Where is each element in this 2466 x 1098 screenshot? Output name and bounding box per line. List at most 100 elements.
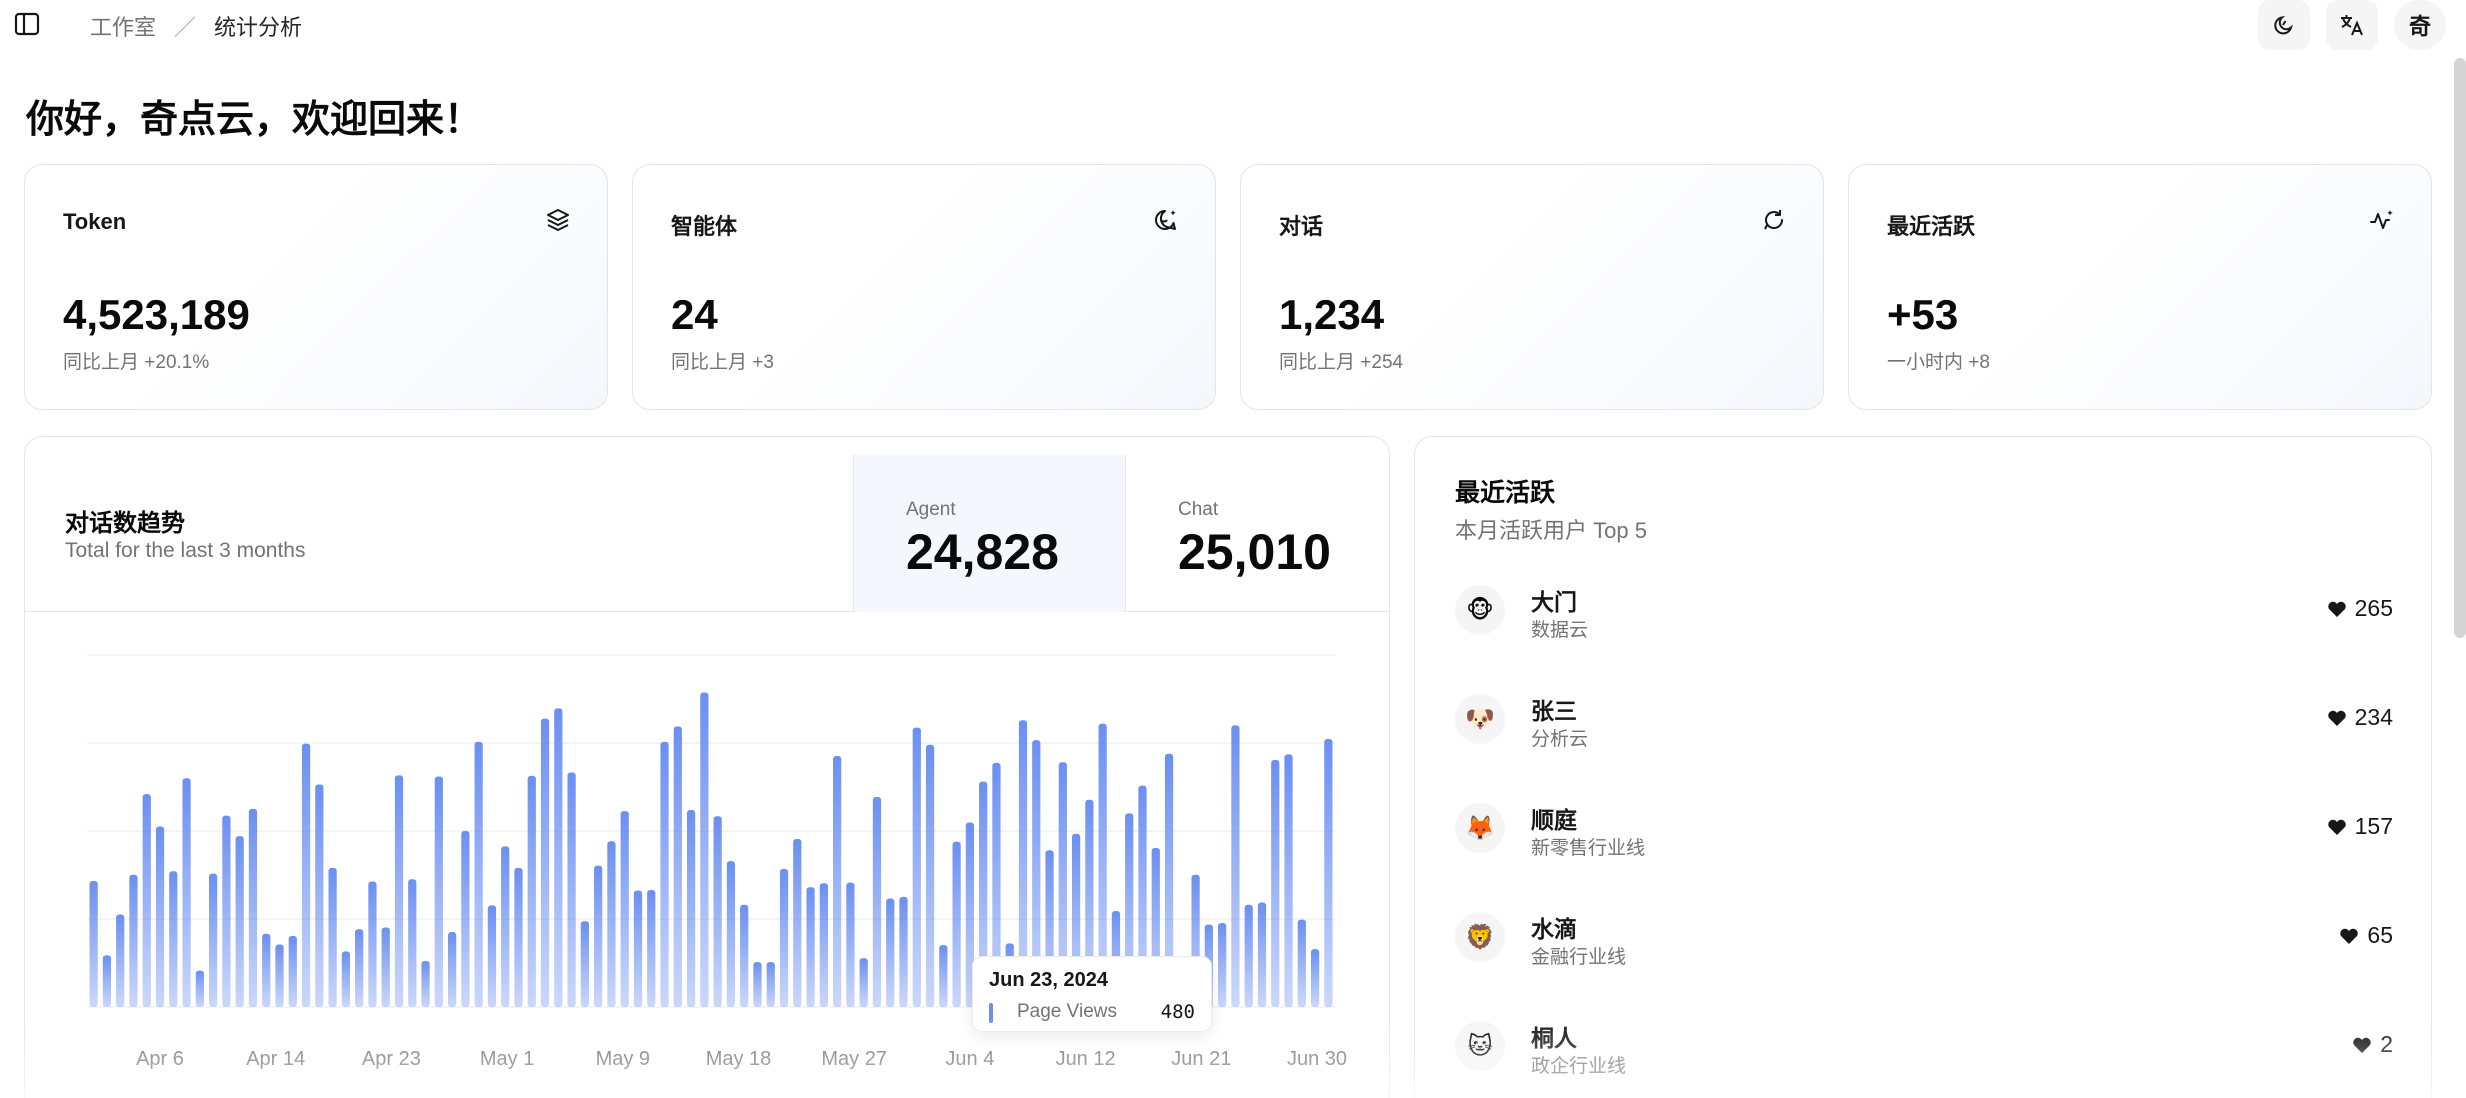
- activity-user-row[interactable]: 🐱 桐人 政企行业线 2: [1455, 1011, 2393, 1081]
- activity-user-row[interactable]: 🐶 张三 分析云 234: [1455, 684, 2393, 754]
- chart-bar[interactable]: [766, 962, 775, 1007]
- chart-bar[interactable]: [647, 890, 656, 1007]
- metric-tab-chat[interactable]: Chat 25,010: [1125, 455, 1389, 612]
- chart-bar[interactable]: [713, 816, 722, 1007]
- chart-bar[interactable]: [925, 744, 935, 1007]
- chart-bar[interactable]: [275, 944, 284, 1007]
- stat-label: 最近活跃: [1887, 214, 1976, 239]
- chart-bar[interactable]: [89, 880, 98, 1007]
- chart-bar[interactable]: [341, 951, 351, 1007]
- tooltip-series-indicator: [989, 1003, 993, 1023]
- chart-bar[interactable]: [899, 896, 908, 1007]
- chart-bar[interactable]: [461, 831, 470, 1007]
- language-toggle-button[interactable]: [2326, 0, 2378, 50]
- chart-bar[interactable]: [620, 811, 629, 1007]
- activity-user-row[interactable]: 🦁 水滴 金融行业线 65: [1455, 902, 2393, 972]
- chart-bar[interactable]: [793, 838, 802, 1007]
- chart-bar[interactable]: [580, 921, 589, 1007]
- chart-bar[interactable]: [381, 927, 390, 1007]
- x-tick-label: Jun 4: [945, 1048, 994, 1070]
- chart-bar[interactable]: [594, 865, 603, 1007]
- breadcrumb-root[interactable]: 工作室: [90, 10, 156, 42]
- chart-bar[interactable]: [540, 718, 550, 1007]
- chart-bar[interactable]: [952, 841, 961, 1007]
- chart-bar[interactable]: [328, 867, 337, 1007]
- chart-bar[interactable]: [607, 841, 616, 1007]
- chart-bar[interactable]: [527, 775, 536, 1007]
- chart-bar[interactable]: [740, 904, 749, 1007]
- chart-bar[interactable]: [673, 726, 682, 1007]
- chart-bar[interactable]: [394, 775, 404, 1007]
- user-avatar-button[interactable]: 奇: [2394, 0, 2446, 50]
- chart-bar[interactable]: [886, 898, 895, 1007]
- chart-bar[interactable]: [1218, 922, 1227, 1007]
- stat-change: 同比上月 +3: [671, 352, 774, 373]
- chart-bar[interactable]: [195, 970, 204, 1007]
- chart-bar[interactable]: [779, 869, 789, 1007]
- chart-bar[interactable]: [1297, 919, 1306, 1007]
- chart-bar[interactable]: [819, 883, 828, 1007]
- chart-bar[interactable]: [102, 955, 112, 1007]
- chart-bar[interactable]: [1284, 754, 1293, 1007]
- chart-bar[interactable]: [700, 692, 709, 1007]
- stat-value: 24: [671, 291, 718, 338]
- chart-bar[interactable]: [912, 727, 921, 1007]
- chart-bar[interactable]: [1310, 949, 1320, 1007]
- chart-bar[interactable]: [726, 861, 736, 1007]
- heart-icon: [2340, 928, 2359, 944]
- chart-bar[interactable]: [222, 815, 231, 1007]
- chart-bar[interactable]: [129, 874, 138, 1007]
- top-bar: 工作室 ／ 统计分析 奇: [0, 0, 2466, 50]
- chart-bar[interactable]: [434, 776, 443, 1008]
- chart-bar[interactable]: [501, 846, 510, 1007]
- chart-bar[interactable]: [1324, 739, 1333, 1007]
- chart-bar[interactable]: [1244, 904, 1253, 1007]
- chart-bar[interactable]: [474, 741, 483, 1007]
- chart-bar[interactable]: [939, 945, 948, 1007]
- chart-bar[interactable]: [554, 708, 563, 1007]
- chart-bar[interactable]: [182, 778, 191, 1007]
- user-score: 157: [2327, 813, 2393, 840]
- sidebar-toggle-button[interactable]: [14, 12, 44, 36]
- chart-bar[interactable]: [209, 873, 218, 1007]
- chart-bar[interactable]: [660, 741, 669, 1007]
- chart-bar[interactable]: [1271, 760, 1280, 1007]
- chart-bar[interactable]: [567, 772, 576, 1007]
- chart-bar[interactable]: [288, 936, 297, 1007]
- theme-toggle-button[interactable]: [2258, 0, 2310, 50]
- heart-icon: [2327, 819, 2346, 835]
- activity-user-row[interactable]: 🦊 顺庭 新零售行业线 157: [1455, 793, 2393, 863]
- chart-bar[interactable]: [248, 808, 258, 1007]
- chart-bar[interactable]: [833, 756, 842, 1007]
- chart-bar[interactable]: [142, 794, 151, 1007]
- chart-bar[interactable]: [753, 962, 762, 1007]
- chart-bar[interactable]: [315, 784, 324, 1007]
- chart-bar[interactable]: [301, 743, 311, 1007]
- chart-bar[interactable]: [1231, 725, 1240, 1007]
- chart-bar[interactable]: [872, 796, 882, 1007]
- chart-bar[interactable]: [116, 914, 125, 1007]
- chart-bar[interactable]: [447, 932, 457, 1007]
- x-tick-label: May 27: [821, 1048, 887, 1070]
- chart-bar[interactable]: [421, 961, 430, 1007]
- chart-bar[interactable]: [262, 933, 271, 1007]
- metric-tab-agent[interactable]: Agent 24,828: [853, 455, 1125, 612]
- activity-user-row[interactable]: 🐵 大门 数据云 265: [1455, 575, 2393, 645]
- chart-bar[interactable]: [806, 887, 815, 1007]
- chart-bar[interactable]: [235, 836, 244, 1007]
- chart-bar[interactable]: [686, 809, 696, 1007]
- chart-bar[interactable]: [155, 826, 165, 1007]
- chart-bar[interactable]: [859, 958, 868, 1007]
- user-name: 张三: [1531, 698, 1577, 724]
- chart-bar[interactable]: [1257, 902, 1267, 1007]
- chart-bar[interactable]: [368, 881, 377, 1007]
- chart-bar[interactable]: [514, 867, 523, 1007]
- chart-bar[interactable]: [355, 929, 364, 1007]
- chart-bar[interactable]: [169, 871, 178, 1007]
- chart-bar[interactable]: [846, 882, 855, 1007]
- page-scrollbar[interactable]: [2454, 58, 2466, 638]
- chat-refresh-icon: [1764, 210, 1784, 230]
- chart-bar[interactable]: [408, 879, 417, 1007]
- chart-bar[interactable]: [633, 890, 643, 1007]
- chart-bar[interactable]: [487, 905, 497, 1007]
